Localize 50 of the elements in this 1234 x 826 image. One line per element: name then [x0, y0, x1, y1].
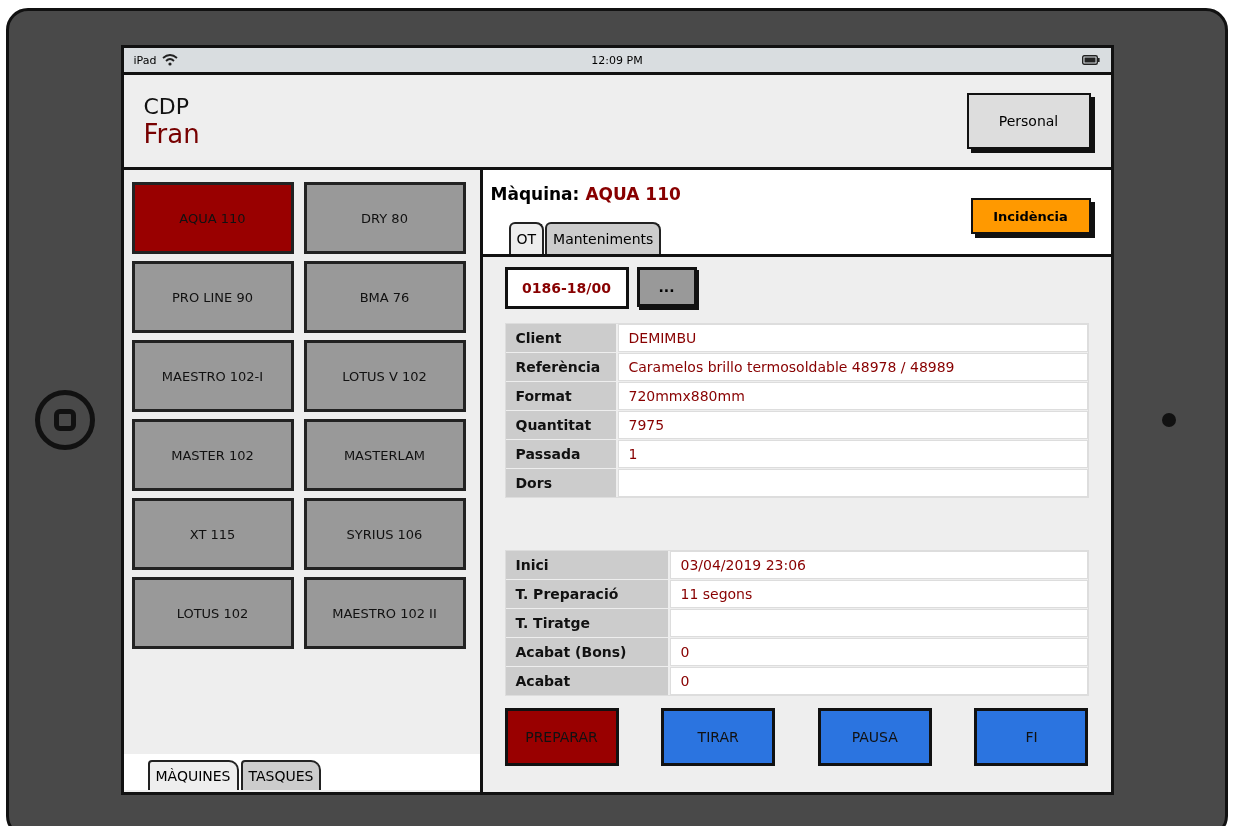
action-button[interactable]: PAUSA	[817, 708, 932, 766]
detail-tab[interactable]: OT	[508, 222, 545, 254]
home-button[interactable]	[34, 390, 95, 450]
machine-button[interactable]: MASTERLAM	[303, 419, 466, 491]
field-label: Acabat	[505, 667, 668, 695]
machine-button[interactable]: MAESTRO 102-I	[131, 340, 294, 412]
order-number-field[interactable]: 0186-18/00	[504, 267, 629, 309]
battery-icon	[1082, 55, 1101, 65]
machine-button[interactable]: MAESTRO 102 II	[303, 577, 466, 649]
field-label: Quantitat	[505, 411, 616, 439]
more-button[interactable]: ...	[636, 267, 697, 307]
field-label: Client	[505, 324, 616, 352]
machine-button[interactable]: BMA 76	[303, 261, 466, 333]
detail-tab[interactable]: Manteniments	[545, 222, 662, 254]
action-button[interactable]: FI	[974, 708, 1089, 766]
device-name: iPad	[133, 53, 157, 67]
field-value: 7975	[617, 411, 1088, 439]
field-value: 0	[669, 667, 1088, 695]
field-label: Acabat (Bons)	[505, 638, 668, 666]
machine-button[interactable]: SYRIUS 106	[303, 498, 466, 570]
app-title: CDP	[143, 93, 191, 119]
field-label: Format	[505, 382, 616, 410]
panel-tab[interactable]: TASQUES	[240, 760, 322, 790]
field-label: Referència	[505, 353, 616, 381]
field-value: 11 segons	[669, 580, 1088, 608]
machine-button[interactable]: MASTER 102	[131, 419, 294, 491]
field-value: 03/04/2019 23:06	[669, 551, 1088, 579]
field-label: T. Preparació	[505, 580, 668, 608]
machine-button[interactable]: LOTUS 102	[131, 577, 294, 649]
machine-button[interactable]: DRY 80	[303, 182, 466, 254]
machine-label: Màquina:	[490, 184, 580, 204]
wifi-icon	[162, 54, 179, 66]
clock-time: 12:09 PM	[590, 53, 644, 67]
action-button[interactable]: TIRAR	[661, 708, 776, 766]
field-label: Passada	[505, 440, 616, 468]
field-label: T. Tiratge	[505, 609, 668, 637]
field-value: 1	[617, 440, 1088, 468]
field-value: 0	[669, 638, 1088, 666]
field-label: Dors	[505, 469, 616, 497]
panel-tab[interactable]: MÀQUINES	[147, 760, 239, 790]
user-name: Fran	[143, 118, 200, 149]
field-value: Caramelos brillo termosoldable 48978 / 48989	[617, 353, 1088, 381]
field-value: DEMIMBU	[617, 324, 1088, 352]
machine-button[interactable]: PRO LINE 90	[131, 261, 294, 333]
camera-dot	[1162, 413, 1177, 427]
field-label: Inici	[505, 551, 668, 579]
field-value: 720mmx880mm	[617, 382, 1088, 410]
machine-name: AQUA 110	[585, 184, 681, 204]
machine-button[interactable]: XT 115	[131, 498, 294, 570]
machine-button[interactable]: LOTUS V 102	[303, 340, 466, 412]
